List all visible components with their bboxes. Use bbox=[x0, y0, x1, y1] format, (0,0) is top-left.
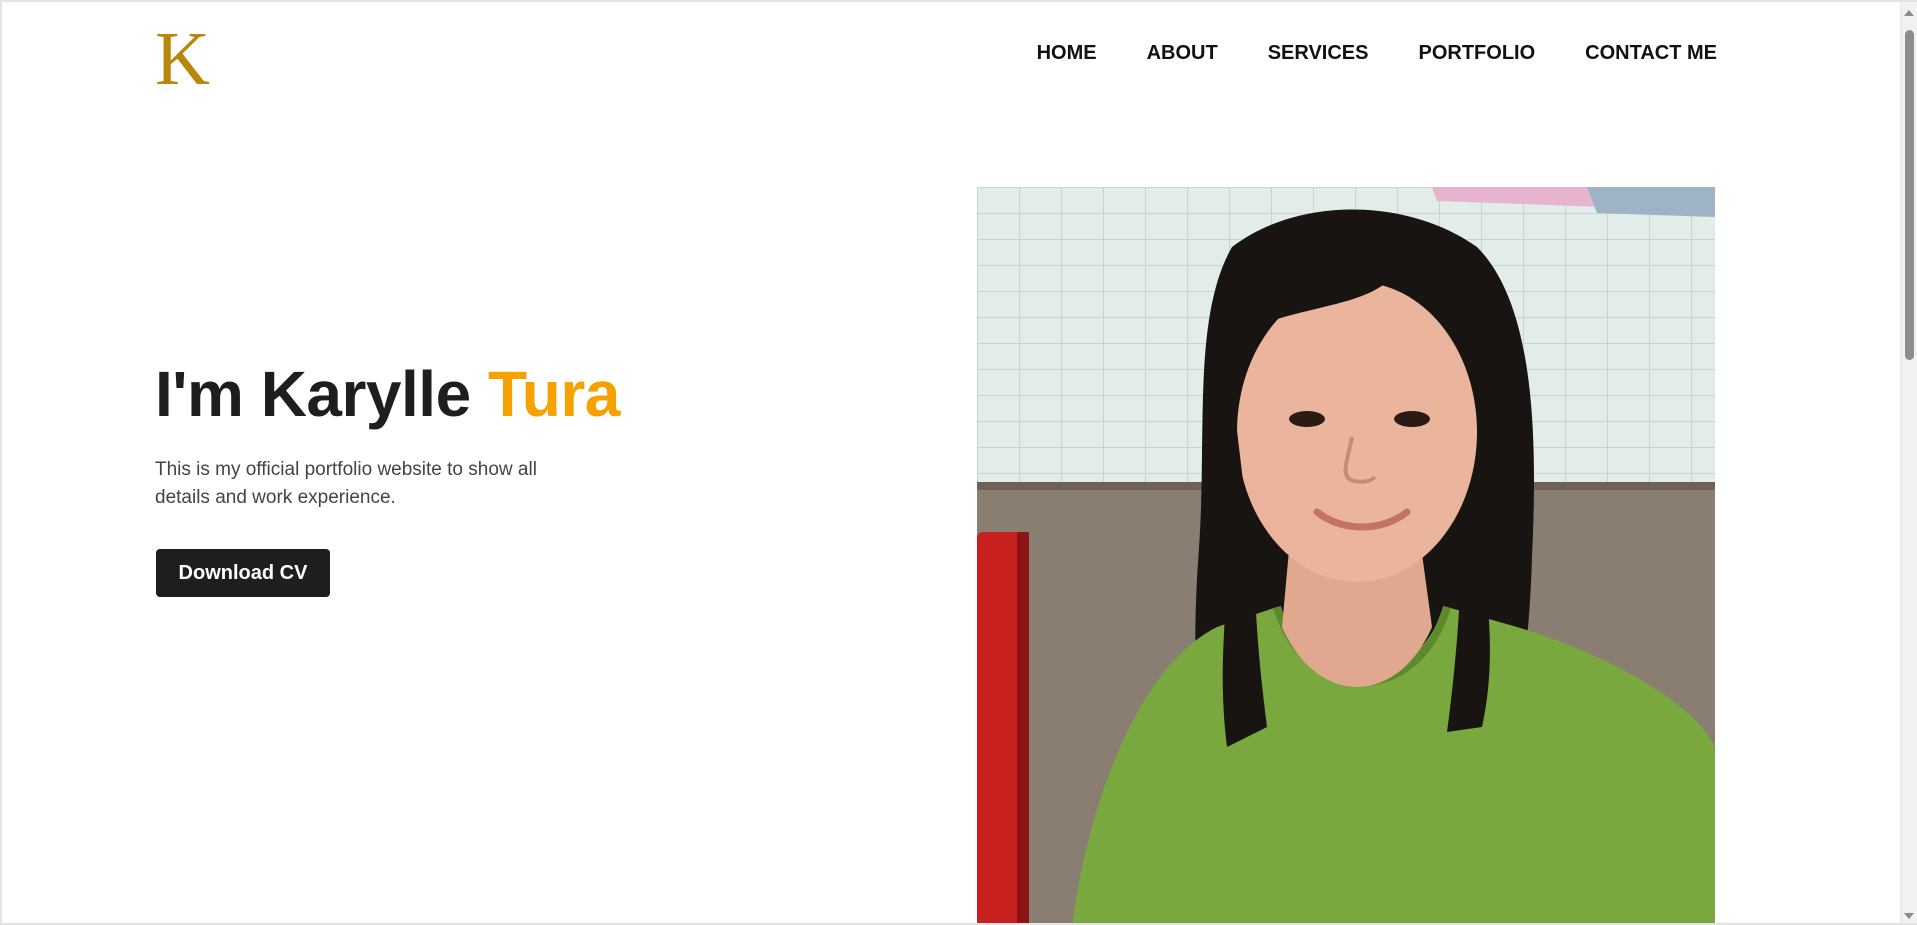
vertical-scrollbar[interactable] bbox=[1900, 2, 1917, 923]
logo[interactable]: K bbox=[155, 22, 223, 92]
nav-portfolio[interactable]: PORTFOLIO bbox=[1418, 42, 1535, 65]
hero-title-accent: Tura bbox=[487, 358, 620, 430]
nav-services[interactable]: SERVICES bbox=[1268, 42, 1369, 65]
hero-description: This is my official portfolio website to… bbox=[155, 459, 537, 508]
main-nav: HOME ABOUT SERVICES PORTFOLIO CONTACT ME bbox=[987, 42, 1717, 65]
nav-contact-me[interactable]: CONTACT ME bbox=[1585, 42, 1717, 65]
scroll-down-arrow-icon[interactable] bbox=[1904, 913, 1914, 919]
nav-about[interactable]: ABOUT bbox=[1147, 42, 1218, 65]
hero-title: I'm Karylle Tura bbox=[155, 357, 620, 431]
logo-letter: K bbox=[155, 22, 210, 92]
scroll-up-arrow-icon[interactable] bbox=[1904, 10, 1914, 16]
nav-home[interactable]: HOME bbox=[1037, 42, 1097, 65]
download-cv-button[interactable]: Download CV bbox=[156, 549, 330, 597]
page: K HOME ABOUT SERVICES PORTFOLIO CONTACT … bbox=[0, 0, 1917, 925]
hero-title-prefix: I'm Karylle bbox=[155, 358, 488, 430]
profile-photo bbox=[977, 187, 1715, 923]
profile-photo-illustration bbox=[977, 187, 1715, 923]
scrollbar-thumb[interactable] bbox=[1905, 30, 1914, 360]
